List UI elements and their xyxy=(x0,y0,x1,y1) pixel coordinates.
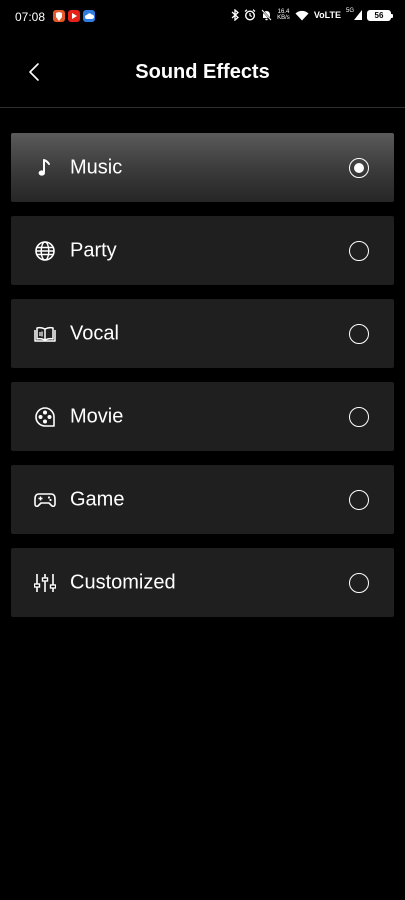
gamepad-icon xyxy=(34,489,56,511)
effect-item-customized[interactable]: Customized xyxy=(11,548,394,617)
status-indicators: 16.4 KB/s VoLTE 5G 56 xyxy=(231,8,393,21)
music-note-icon xyxy=(34,157,56,179)
volte-label: VoLTE xyxy=(313,10,341,20)
effect-label-vocal: Vocal xyxy=(70,322,119,344)
bluetooth-icon xyxy=(231,9,240,21)
notification-icons xyxy=(53,10,95,22)
book-icon xyxy=(34,323,56,345)
wifi-icon xyxy=(295,10,309,20)
effect-label-music: Music xyxy=(70,156,123,178)
radio-game[interactable] xyxy=(349,489,369,510)
effect-label-customized: Customized xyxy=(70,571,176,593)
page-title: Sound Effects xyxy=(135,61,270,83)
radio-party[interactable] xyxy=(349,240,369,261)
mute-bell-icon xyxy=(261,9,272,21)
status-time: 07:08 xyxy=(15,10,46,24)
app-header: Sound Effects xyxy=(0,34,405,108)
youtube-icon xyxy=(68,10,80,22)
film-reel-icon xyxy=(34,406,56,428)
battery-icon: 56 xyxy=(367,9,393,21)
sliders-icon xyxy=(34,572,56,594)
signal-icon xyxy=(354,10,362,20)
brave-icon xyxy=(53,10,65,22)
cloud-icon xyxy=(83,10,95,22)
status-bar: 07:08 16.4 KB/s VoLTE 5G 56 xyxy=(0,0,405,34)
effect-item-music[interactable]: Music xyxy=(11,133,394,202)
radio-music[interactable] xyxy=(349,157,369,178)
alarm-icon xyxy=(244,9,256,21)
sound-effect-list: Music Party Vocal Movie Game Customized xyxy=(11,133,394,631)
radio-movie[interactable] xyxy=(349,406,369,427)
network-type-label: 5G xyxy=(345,8,354,14)
effect-item-game[interactable]: Game xyxy=(11,465,394,534)
radio-vocal[interactable] xyxy=(349,323,369,344)
network-speed: 16.4 KB/s xyxy=(277,9,290,21)
effect-label-game: Game xyxy=(70,488,125,510)
effect-item-vocal[interactable]: Vocal xyxy=(11,299,394,368)
battery-level: 56 xyxy=(374,10,384,20)
radio-selected-dot xyxy=(354,162,364,173)
effect-label-movie: Movie xyxy=(70,405,124,427)
globe-grid-icon xyxy=(34,240,56,262)
effect-label-party: Party xyxy=(70,239,117,261)
network-speed-unit: KB/s xyxy=(277,15,290,21)
radio-customized[interactable] xyxy=(349,572,369,593)
effect-item-party[interactable]: Party xyxy=(11,216,394,285)
effect-item-movie[interactable]: Movie xyxy=(11,382,394,451)
